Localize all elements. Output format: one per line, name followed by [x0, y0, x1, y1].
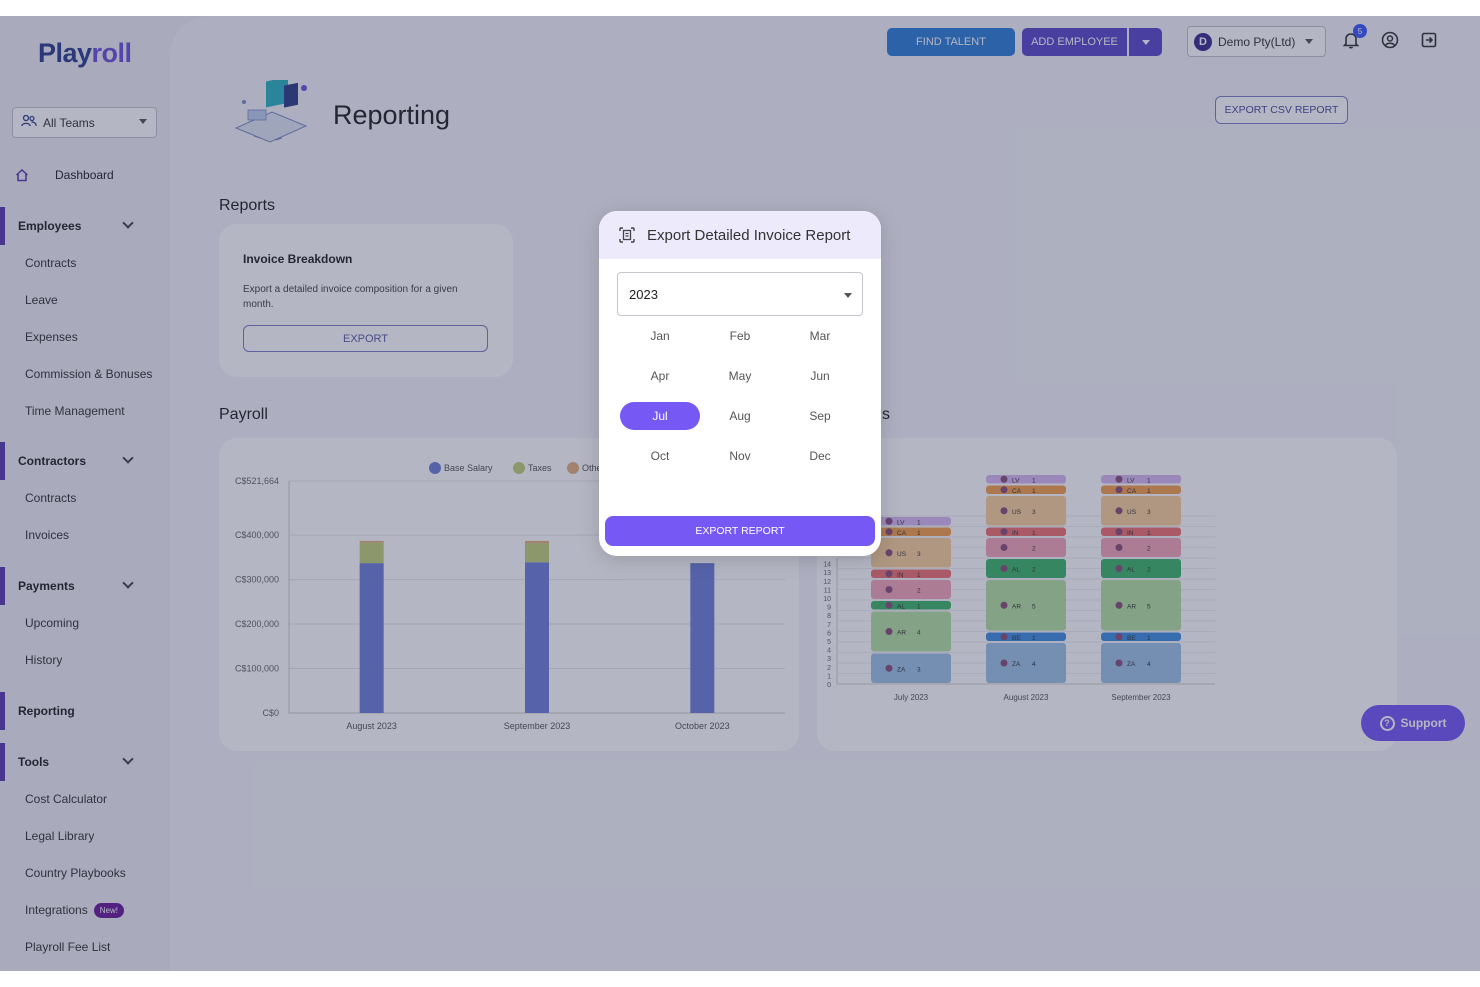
modal-title: Export Detailed Invoice Report	[647, 226, 851, 244]
year-select[interactable]: 2023	[617, 272, 863, 316]
month-nov[interactable]: Nov	[700, 442, 780, 470]
month-mar[interactable]: Mar	[780, 322, 860, 350]
app-window: Playroll All Teams Dashboard Employees C…	[0, 16, 1480, 971]
month-sep[interactable]: Sep	[780, 402, 860, 430]
month-apr[interactable]: Apr	[620, 362, 700, 390]
month-jan[interactable]: Jan	[620, 322, 700, 350]
export-invoice-modal: Export Detailed Invoice Report 2023 Jan F…	[599, 211, 881, 556]
chevron-down-icon	[844, 293, 852, 298]
modal-header: Export Detailed Invoice Report	[599, 211, 881, 259]
month-jul[interactable]: Jul	[620, 402, 700, 430]
export-report-button[interactable]: EXPORT REPORT	[605, 516, 875, 546]
month-dec[interactable]: Dec	[780, 442, 860, 470]
month-jun[interactable]: Jun	[780, 362, 860, 390]
month-aug[interactable]: Aug	[700, 402, 780, 430]
month-may[interactable]: May	[700, 362, 780, 390]
month-feb[interactable]: Feb	[700, 322, 780, 350]
report-icon	[618, 226, 636, 244]
year-value: 2023	[629, 286, 658, 302]
month-oct[interactable]: Oct	[620, 442, 700, 470]
